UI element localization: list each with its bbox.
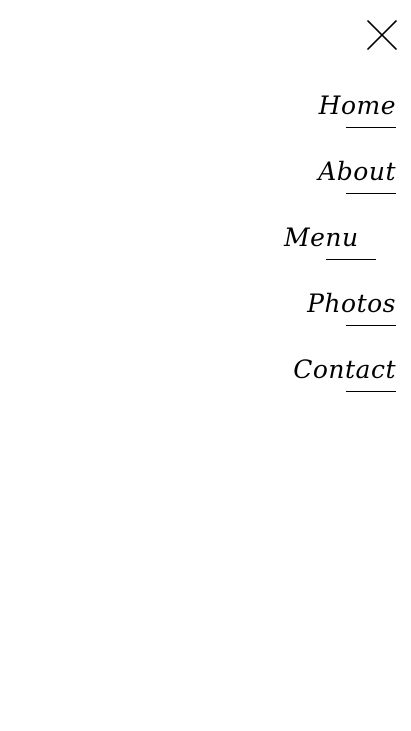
nav-item-about[interactable]: About xyxy=(290,157,396,209)
nav-underline xyxy=(326,259,376,260)
nav-item-contact[interactable]: Contact xyxy=(290,355,396,407)
nav-item-label: Menu xyxy=(284,223,359,252)
nav-item-photos[interactable]: Photos xyxy=(290,289,396,341)
nav-item-home[interactable]: Home xyxy=(290,91,396,143)
nav-item-label: Photos xyxy=(307,289,396,318)
nav-item-label: Home xyxy=(318,91,396,120)
nav-underline xyxy=(346,325,396,326)
nav-item-label: Contact xyxy=(293,355,396,384)
nav-item-label: About xyxy=(318,157,396,186)
nav-item-menu[interactable]: Menu xyxy=(280,223,376,275)
nav-underline xyxy=(346,127,396,128)
navigation-menu: Home About Menu Photos Contact xyxy=(0,0,411,731)
nav-underline xyxy=(346,193,396,194)
nav-underline xyxy=(346,391,396,392)
